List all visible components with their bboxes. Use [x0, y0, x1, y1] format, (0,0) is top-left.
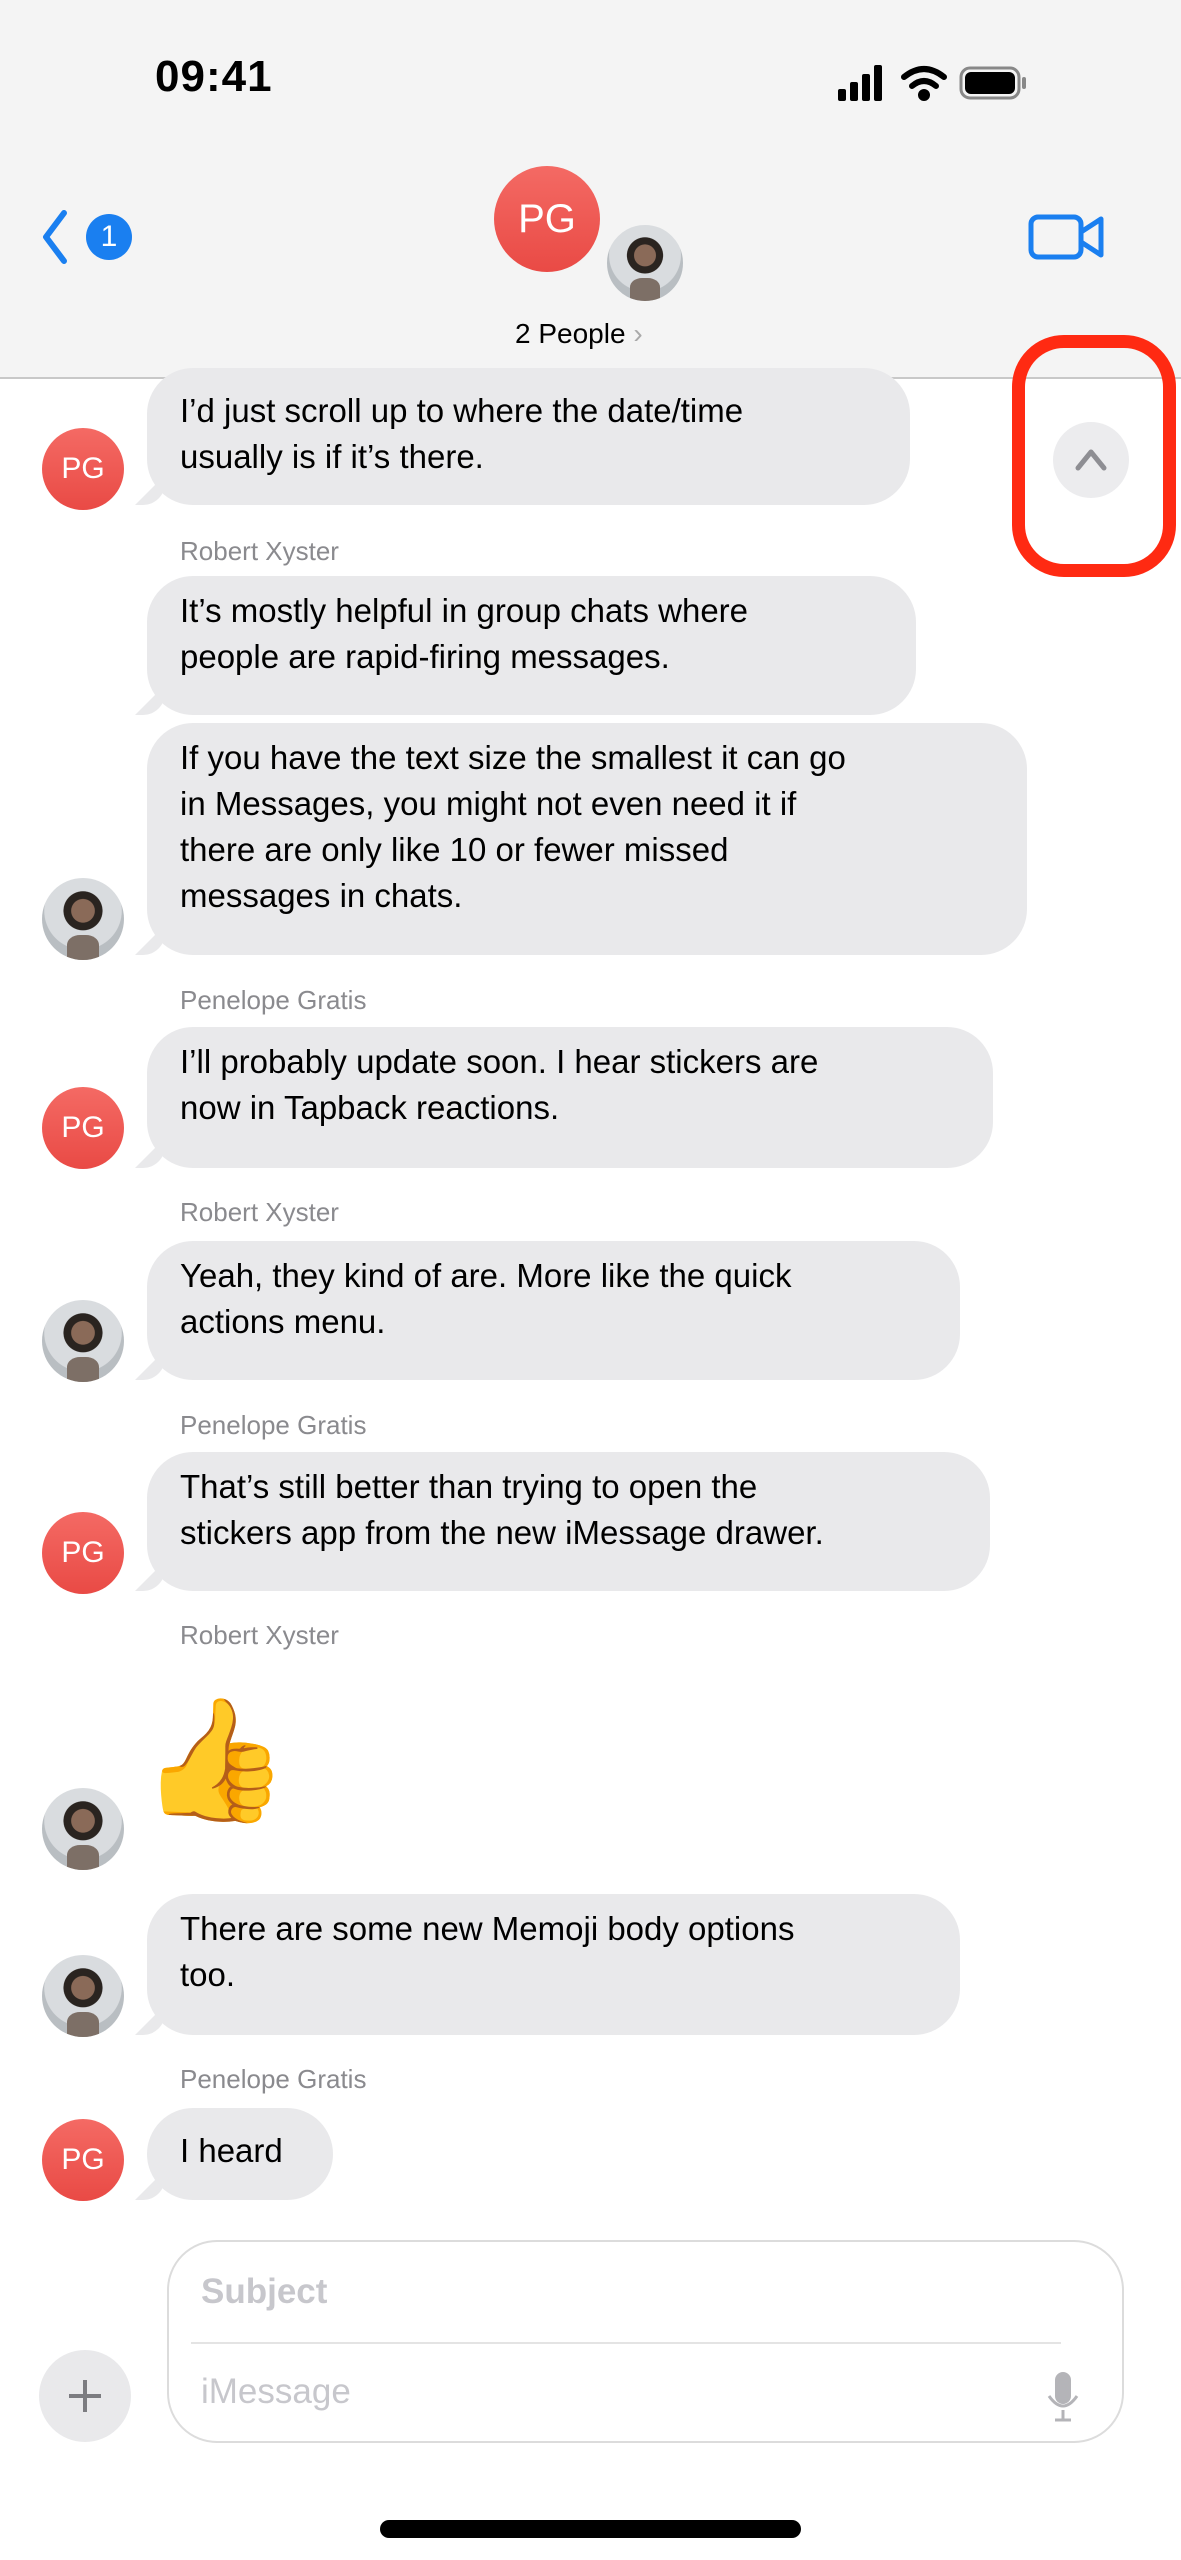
sender-name: Robert Xyster: [180, 536, 339, 566]
status-icons: [838, 65, 1026, 101]
sender-name: Robert Xyster: [180, 1197, 339, 1227]
message-bubble[interactable]: There are some new Memoji body options t…: [147, 1894, 960, 2035]
avatar-robert[interactable]: [42, 878, 124, 960]
back-button[interactable]: 1: [40, 207, 140, 267]
avatar-robert[interactable]: [42, 1955, 124, 2037]
chevron-right-icon: ›: [633, 318, 643, 349]
message-bubble[interactable]: If you have the text size the smallest i…: [147, 723, 1027, 955]
chevron-left-icon: [43, 210, 67, 264]
sender-name: Robert Xyster: [180, 1620, 339, 1650]
message-bubble[interactable]: Yeah, they kind of are. More like the qu…: [147, 1241, 960, 1380]
microphone-icon[interactable]: [1045, 2370, 1081, 2424]
sender-name: Penelope Gratis: [180, 985, 367, 1015]
message-bubble[interactable]: I’d just scroll up to where the date/tim…: [147, 368, 910, 505]
people-label: 2 People: [515, 318, 626, 349]
group-avatar-pg[interactable]: PG: [494, 166, 600, 272]
avatar-pg[interactable]: PG: [42, 2119, 124, 2201]
avatar-pg[interactable]: PG: [42, 1087, 124, 1169]
message-bubble[interactable]: That’s still better than trying to open …: [147, 1452, 990, 1591]
thumbs-up-emoji[interactable]: 👍: [140, 1690, 289, 1830]
composer-divider: [191, 2342, 1061, 2344]
avatar-pg[interactable]: PG: [42, 1512, 124, 1594]
video-call-icon[interactable]: [1028, 212, 1106, 262]
group-avatar-photo[interactable]: [604, 222, 686, 304]
avatar-pg[interactable]: PG: [42, 428, 124, 510]
apps-plus-button[interactable]: [39, 2350, 131, 2442]
battery-icon: [959, 66, 1026, 100]
highlight-annotation: [1012, 335, 1176, 577]
wifi-icon: [901, 66, 947, 101]
home-indicator: [380, 2520, 801, 2538]
message-bubble[interactable]: I heard: [147, 2108, 333, 2200]
sender-name: Penelope Gratis: [180, 2064, 367, 2094]
composer-field: Subject iMessage: [167, 2240, 1124, 2443]
subject-input[interactable]: Subject: [201, 2272, 327, 2312]
group-details-button[interactable]: 2 People ›: [515, 318, 643, 350]
signal-icon: [838, 65, 882, 101]
status-time: 09:41: [155, 52, 273, 101]
message-bubble[interactable]: It’s mostly helpful in group chats where…: [147, 576, 916, 715]
sender-name: Penelope Gratis: [180, 1410, 367, 1440]
avatar-robert[interactable]: [42, 1300, 124, 1382]
plus-icon: [69, 2380, 101, 2412]
avatar-robert[interactable]: [42, 1788, 124, 1870]
unread-badge: 1: [86, 214, 132, 260]
message-bubble[interactable]: I’ll probably update soon. I hear sticke…: [147, 1027, 993, 1168]
message-input[interactable]: iMessage: [201, 2372, 351, 2412]
